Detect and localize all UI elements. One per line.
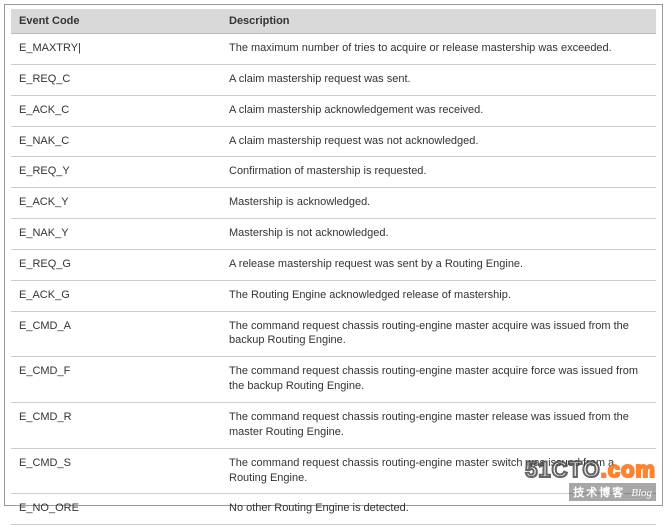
description-cell: Mastership is acknowledged.	[221, 188, 656, 219]
event-code-cell: E_REQ_C	[11, 64, 221, 95]
header-event-code: Event Code	[11, 9, 221, 34]
event-code-cell: E_NO_ORE	[11, 494, 221, 525]
header-description: Description	[221, 9, 656, 34]
event-code-cell: E_ACK_Y	[11, 188, 221, 219]
table-row: E_CMD_SThe command request chassis routi…	[11, 448, 656, 494]
event-code-cell: E_CMD_R	[11, 402, 221, 448]
table-row: E_CMD_AThe command request chassis routi…	[11, 311, 656, 357]
event-code-cell: E_NAK_C	[11, 126, 221, 157]
description-cell: A claim mastership request was not ackno…	[221, 126, 656, 157]
table-row: E_REQ_YConfirmation of mastership is req…	[11, 157, 656, 188]
description-cell: The command request chassis routing-engi…	[221, 311, 656, 357]
table-row: E_NO_ORENo other Routing Engine is detec…	[11, 494, 656, 525]
description-cell: The Routing Engine acknowledged release …	[221, 280, 656, 311]
content-frame: Event Code Description E_MAXTRY|The maxi…	[4, 4, 663, 506]
table-row: E_CMD_RThe command request chassis routi…	[11, 402, 656, 448]
table-row: E_CMD_FThe command request chassis routi…	[11, 357, 656, 403]
description-cell: Mastership is not acknowledged.	[221, 219, 656, 250]
event-code-cell: E_MAXTRY|	[11, 34, 221, 65]
table-row: E_REQ_GA release mastership request was …	[11, 249, 656, 280]
description-cell: No other Routing Engine is detected.	[221, 494, 656, 525]
event-code-cell: E_CMD_S	[11, 448, 221, 494]
table-row: E_NAK_YMastership is not acknowledged.	[11, 219, 656, 250]
description-cell: The command request chassis routing-engi…	[221, 357, 656, 403]
event-code-cell: E_CMD_F	[11, 357, 221, 403]
description-cell: The command request chassis routing-engi…	[221, 402, 656, 448]
description-cell: A release mastership request was sent by…	[221, 249, 656, 280]
description-cell: A claim mastership acknowledgement was r…	[221, 95, 656, 126]
event-code-cell: E_REQ_Y	[11, 157, 221, 188]
event-code-cell: E_REQ_G	[11, 249, 221, 280]
description-cell: A claim mastership request was sent.	[221, 64, 656, 95]
event-code-table: Event Code Description E_MAXTRY|The maxi…	[11, 9, 656, 525]
table-row: E_ACK_YMastership is acknowledged.	[11, 188, 656, 219]
table-row: E_NAK_CA claim mastership request was no…	[11, 126, 656, 157]
description-cell: The maximum number of tries to acquire o…	[221, 34, 656, 65]
event-code-cell: E_ACK_C	[11, 95, 221, 126]
table-row: E_MAXTRY|The maximum number of tries to …	[11, 34, 656, 65]
event-code-cell: E_CMD_A	[11, 311, 221, 357]
table-row: E_ACK_CA claim mastership acknowledgemen…	[11, 95, 656, 126]
description-cell: Confirmation of mastership is requested.	[221, 157, 656, 188]
event-code-cell: E_NAK_Y	[11, 219, 221, 250]
description-cell: The command request chassis routing-engi…	[221, 448, 656, 494]
table-row: E_ACK_GThe Routing Engine acknowledged r…	[11, 280, 656, 311]
event-code-cell: E_ACK_G	[11, 280, 221, 311]
table-header-row: Event Code Description	[11, 9, 656, 34]
table-row: E_REQ_CA claim mastership request was se…	[11, 64, 656, 95]
